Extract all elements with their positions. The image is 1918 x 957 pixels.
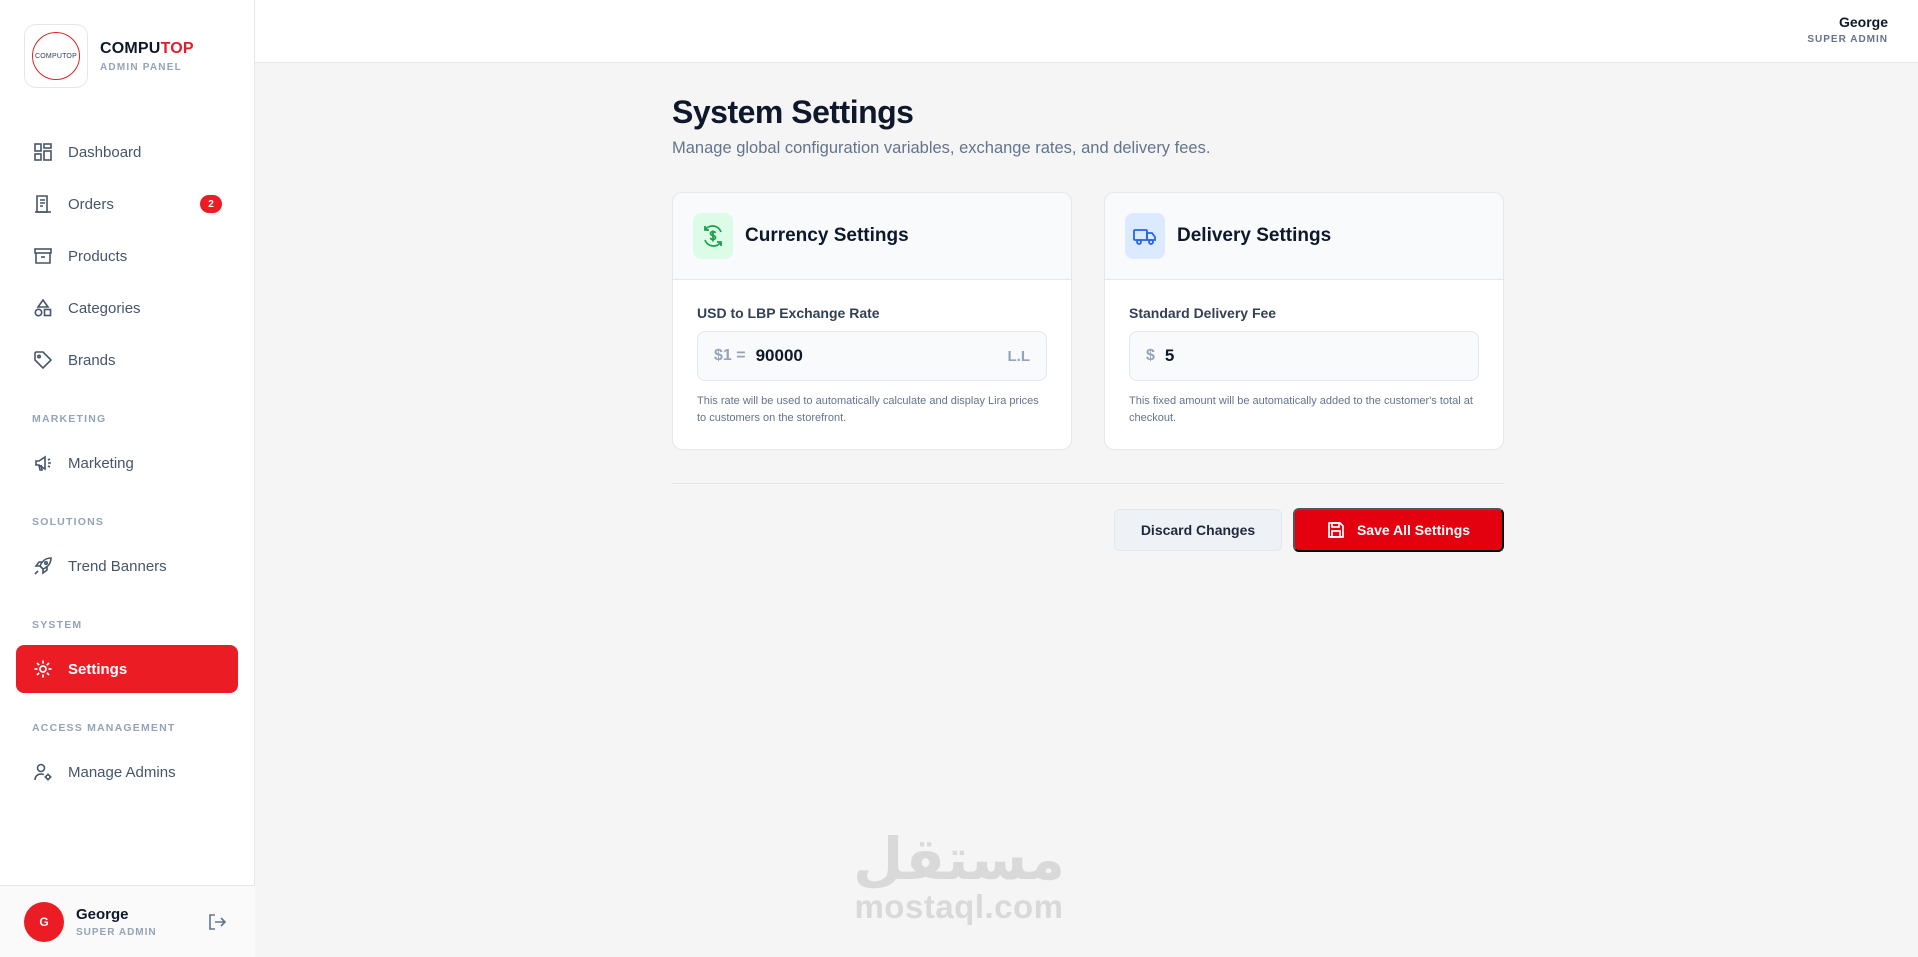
sidebar-item-manage-admins[interactable]: Manage Admins [16,749,238,795]
page-subtitle: Manage global configuration variables, e… [672,139,1211,157]
section-label-system: SYSTEM [32,619,83,631]
currency-settings-card: Currency Settings USD to LBP Exchange Ra… [672,192,1072,450]
delivery-fee-prefix: $ [1146,347,1155,364]
sidebar-user-card: G George SUPER ADMIN [0,885,255,957]
sidebar-item-label: Dashboard [68,143,142,161]
delivery-fee-label: Standard Delivery Fee [1129,305,1277,321]
truck-icon [1125,213,1165,259]
brand-logo: COMPUTOP [24,24,88,88]
floppy-disk-icon [1327,521,1345,539]
section-label-solutions: SOLUTIONS [32,516,105,528]
logout-icon[interactable] [205,910,229,934]
orders-icon [32,193,54,215]
delivery-settings-card: Delivery Settings Standard Delivery Fee … [1104,192,1504,450]
sidebar-item-label: Trend Banners [68,557,167,575]
section-label-marketing: MARKETING [32,413,107,425]
tag-icon [32,349,54,371]
sidebar-item-label: Manage Admins [68,763,176,781]
sidebar-item-label: Orders [68,195,114,213]
exchange-rate-label: USD to LBP Exchange Rate [697,305,880,321]
divider [672,483,1504,484]
sidebar-item-label: Categories [68,299,141,317]
sidebar-item-brands[interactable]: Brands [16,337,238,383]
brand-name: COMPUTOP [100,39,194,57]
topbar-user-role: SUPER ADMIN [1807,34,1888,45]
user-gear-icon [32,761,54,783]
sidebar-item-categories[interactable]: Categories [16,285,238,331]
page-title: System Settings [672,94,914,130]
logo-ring: COMPUTOP [32,32,80,80]
sidebar: COMPUTOP COMPUTOP ADMIN PANEL Dashboard … [0,0,255,957]
delivery-fee-hint: This fixed amount will be automatically … [1129,395,1473,424]
currency-exchange-icon [693,213,733,259]
delivery-fee-input[interactable]: $ 5 [1129,331,1479,381]
save-button-label: Save All Settings [1356,522,1471,538]
section-label-access-management: ACCESS MANAGEMENT [32,722,176,734]
topbar-user[interactable]: George SUPER ADMIN [1807,14,1888,45]
exchange-rate-suffix: L.L [1007,347,1031,365]
megaphone-icon [32,452,54,474]
card-header: Currency Settings [673,193,1071,280]
brand[interactable]: COMPUTOP COMPUTOP ADMIN PANEL [24,24,194,88]
brand-subtitle: ADMIN PANEL [100,61,182,73]
sidebar-item-trend-banners[interactable]: Trend Banners [16,543,238,589]
logo-text: COMPUTOP [35,52,77,60]
delivery-card-title: Delivery Settings [1177,225,1332,246]
watermark-latin: mostaql.com [854,888,1064,925]
sidebar-item-dashboard[interactable]: Dashboard [16,129,238,175]
exchange-rate-hint: This rate will be used to automatically … [697,395,1039,424]
topbar-user-name: George [1838,14,1888,30]
sidebar-user-role: SUPER ADMIN [76,926,157,938]
save-all-settings-button[interactable]: Save All Settings [1293,508,1504,552]
gear-icon [32,658,54,680]
archive-icon [32,245,54,267]
sidebar-item-orders[interactable]: Orders 2 [16,181,238,227]
card-header: Delivery Settings [1105,193,1503,280]
watermark-arabic: مستقل [852,825,1066,893]
sidebar-item-label: Products [68,247,128,265]
sidebar-item-marketing[interactable]: Marketing [16,440,238,486]
sidebar-item-label: Marketing [68,454,134,472]
orders-count-badge: 2 [200,195,222,213]
exchange-rate-value[interactable]: 90000 [756,346,803,366]
rocket-icon [32,555,54,577]
avatar[interactable]: G [24,901,64,942]
dashboard-icon [32,141,54,163]
sidebar-item-settings[interactable]: Settings [16,645,238,693]
delivery-fee-value[interactable]: 5 [1165,346,1174,366]
currency-card-title: Currency Settings [745,225,909,246]
discard-changes-button[interactable]: Discard Changes [1114,509,1282,551]
sidebar-item-label: Brands [68,351,116,369]
shapes-icon [32,297,54,319]
watermark: مستقل mostaql.com [843,828,1075,924]
sidebar-item-label: Settings [68,660,128,678]
exchange-rate-input[interactable]: $1 = 90000 L.L [697,331,1047,381]
sidebar-user-name: George [76,905,129,923]
exchange-rate-prefix: $1 = [714,347,746,364]
topbar: George SUPER ADMIN [255,0,1918,63]
sidebar-item-products[interactable]: Products [16,233,238,279]
